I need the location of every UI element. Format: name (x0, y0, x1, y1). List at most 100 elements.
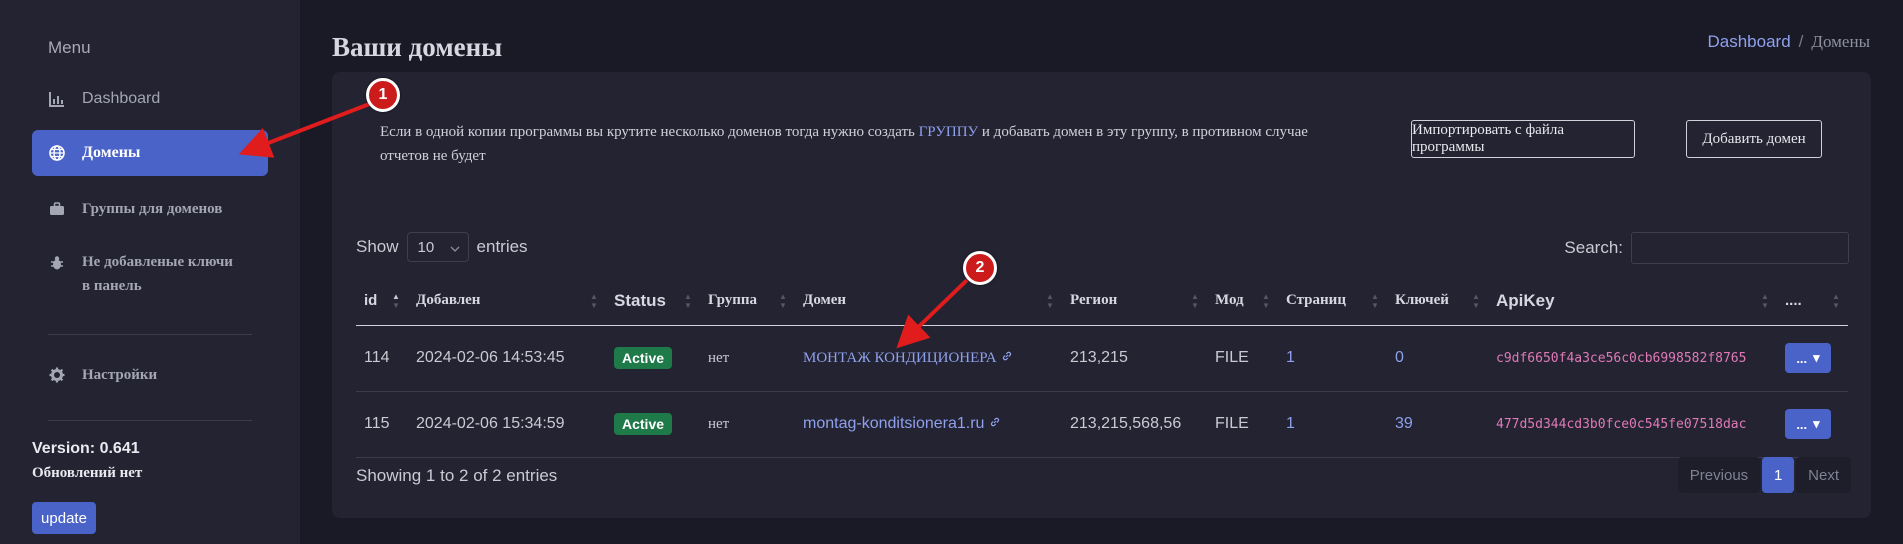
cell-apikey: 477d5d344cd3b0fce0c545fe07518dac (1488, 391, 1777, 458)
sort-icon: ▲ ▼ (1832, 292, 1840, 310)
notice-text: Если в одной копии программы вы крутите … (380, 124, 919, 140)
column-header-apikey[interactable]: ApiKey ▲ ▼ (1488, 277, 1777, 326)
caret-down-icon: ▾ (1813, 416, 1820, 431)
sort-icon: ▲ ▼ (590, 292, 598, 310)
sidebar-item-label: Не добавленые ключи (82, 254, 233, 270)
cell-mode: FILE (1207, 325, 1278, 392)
pagination: Previous 1 Next (1677, 457, 1851, 493)
domains-card: Если в одной копии программы вы крутите … (332, 72, 1871, 518)
version-text: Version: 0.641 (32, 440, 140, 457)
sidebar-item-missing-keys[interactable]: Не добавленые ключи в панель (32, 250, 268, 298)
column-header-domain[interactable]: Домен ▲ ▼ (795, 277, 1062, 326)
column-header-actions[interactable]: .... ▲ ▼ (1777, 277, 1848, 326)
table-info: Showing 1 to 2 of 2 entries (356, 466, 558, 485)
page-size-select[interactable]: 10 (406, 232, 469, 262)
breadcrumb: Dashboard / Домены (1707, 32, 1870, 52)
sidebar-item-domains[interactable]: Домены (32, 130, 268, 176)
breadcrumb-current: Домены (1811, 32, 1870, 51)
group-link[interactable]: ГРУППУ (919, 124, 979, 140)
page-size-value: 10 (417, 238, 435, 256)
chart-icon (48, 90, 66, 108)
cell-added: 2024-02-06 14:53:45 (408, 325, 606, 392)
column-header-status[interactable]: Status ▲ ▼ (606, 277, 700, 326)
sort-icon: ▲ ▼ (1191, 292, 1199, 310)
chevron-down-icon (450, 239, 460, 256)
column-header-added[interactable]: Добавлен ▲ ▼ (408, 277, 606, 326)
column-header-region[interactable]: Регион ▲ ▼ (1062, 277, 1207, 326)
breadcrumb-dashboard-link[interactable]: Dashboard (1707, 32, 1790, 52)
cell-id: 115 (356, 391, 408, 458)
table-row: 115 2024-02-06 15:34:59 Active нет monta… (356, 391, 1848, 458)
sort-icon: ▲ ▼ (1472, 292, 1480, 310)
search-control: Search: (1564, 232, 1849, 264)
column-header-group[interactable]: Группа ▲ ▼ (700, 277, 795, 326)
annotation-marker-1: 1 (366, 78, 400, 112)
sort-icon: ▲ ▼ (1371, 292, 1379, 310)
row-actions-button[interactable]: ... ▾ (1785, 343, 1831, 373)
cell-pages[interactable]: 1 (1278, 391, 1387, 458)
sidebar-item-label-line2: в панель (82, 278, 142, 294)
cell-region: 213,215 (1062, 325, 1207, 392)
sort-icon: ▲ ▼ (1761, 292, 1769, 310)
sidebar-item-label: Dashboard (82, 90, 161, 107)
status-badge: Active (614, 413, 673, 435)
sidebar-item-settings[interactable]: Настройки (32, 362, 268, 388)
search-input[interactable] (1631, 232, 1849, 264)
add-domain-button[interactable]: Добавить домен (1686, 120, 1822, 158)
sidebar-item-groups[interactable]: Группы для доменов (32, 196, 268, 222)
cell-actions: ... ▾ (1777, 391, 1848, 458)
breadcrumb-separator: / (1798, 32, 1804, 51)
cell-apikey: c9df6650f4a3ce56c0cb6998582f8765 (1488, 325, 1777, 392)
previous-page-button[interactable]: Previous (1677, 457, 1761, 493)
bug-icon (48, 254, 66, 272)
cell-group: нет (700, 325, 795, 392)
table-row: 114 2024-02-06 14:53:45 Active нет МОНТА… (356, 325, 1848, 392)
sidebar-item-dashboard[interactable]: Dashboard (32, 86, 268, 112)
page-1-button[interactable]: 1 (1762, 457, 1795, 493)
entries-label: entries (476, 237, 528, 256)
sidebar: Menu Dashboard Домены Группы для доменов… (0, 0, 300, 544)
cell-status: Active (606, 391, 700, 458)
briefcase-icon (48, 200, 66, 218)
sidebar-item-label: Настройки (82, 367, 158, 383)
next-page-button[interactable]: Next (1796, 457, 1851, 493)
cell-status: Active (606, 325, 700, 392)
import-button[interactable]: Импортировать с файла программы (1411, 120, 1635, 158)
column-header-pages[interactable]: Страниц ▲ ▼ (1278, 277, 1387, 326)
sort-icon: ▲ ▼ (684, 292, 692, 310)
sort-icon: ▲ ▼ (779, 292, 787, 310)
status-badge: Active (614, 347, 673, 369)
sidebar-item-label: Домены (82, 144, 141, 161)
column-header-keys[interactable]: Ключей ▲ ▼ (1387, 277, 1488, 326)
cell-actions: ... ▾ (1777, 325, 1848, 392)
domains-table: id ▲ ▼ Добавлен ▲ ▼ Status ▲ ▼ Группа ▲ ▼ Домен ▲… (356, 277, 1848, 458)
sidebar-divider (48, 334, 252, 335)
cell-domain: montag-konditsionera1.ru (795, 391, 1062, 458)
sidebar-divider (48, 420, 252, 421)
domain-link[interactable]: montag-konditsionera1.ru (803, 415, 984, 432)
cell-domain: МОНТАЖ КОНДИЦИОНЕРА (795, 325, 1062, 392)
row-actions-button[interactable]: ... ▾ (1785, 409, 1831, 439)
search-label: Search: (1564, 238, 1623, 257)
sort-icon: ▲ ▼ (392, 292, 400, 310)
link-icon[interactable] (989, 415, 1001, 432)
table-header-row: id ▲ ▼ Добавлен ▲ ▼ Status ▲ ▼ Группа ▲ ▼ Домен ▲… (356, 277, 1848, 326)
updates-status: Обновлений нет (32, 465, 143, 481)
sort-icon: ▲ ▼ (1046, 292, 1054, 310)
domain-link[interactable]: МОНТАЖ КОНДИЦИОНЕРА (803, 350, 997, 366)
group-notice: Если в одной копии программы вы крутите … (380, 120, 1340, 168)
cell-keys[interactable]: 39 (1387, 391, 1488, 458)
menu-heading: Menu (48, 38, 91, 57)
column-header-id[interactable]: id ▲ ▼ (356, 277, 408, 326)
page-title: Ваши домены (332, 32, 503, 62)
cell-keys[interactable]: 0 (1387, 325, 1488, 392)
column-header-mode[interactable]: Мод ▲ ▼ (1207, 277, 1278, 326)
show-label: Show (356, 237, 399, 256)
cell-pages[interactable]: 1 (1278, 325, 1387, 392)
annotation-marker-2: 2 (963, 251, 997, 285)
sort-icon: ▲ ▼ (1262, 292, 1270, 310)
link-icon[interactable] (1001, 349, 1013, 366)
cell-group: нет (700, 391, 795, 458)
update-button[interactable]: update (32, 502, 96, 534)
caret-down-icon: ▾ (1813, 350, 1820, 365)
